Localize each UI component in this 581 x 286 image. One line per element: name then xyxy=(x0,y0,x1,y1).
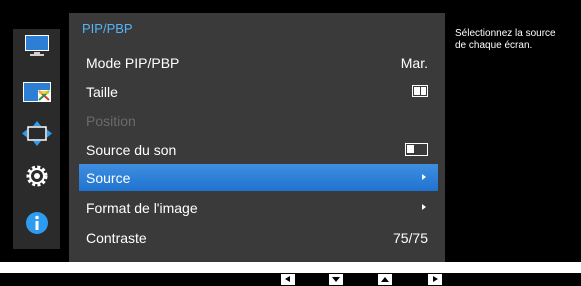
menu-item-position: Position xyxy=(79,106,438,135)
menu-item-label: Source du son xyxy=(86,142,177,158)
menu-item-label: Taille xyxy=(86,84,118,100)
menu-item-label: Contraste xyxy=(86,230,147,246)
menu-item-mode-pip-pbp[interactable]: Mode PIP/PBP Mar. xyxy=(79,48,438,77)
gear-icon[interactable] xyxy=(22,163,52,189)
menu-item-taille[interactable]: Taille xyxy=(79,77,438,106)
help-text: Sélectionnez la source de chaque écran. xyxy=(455,28,556,51)
menu-item-label: Position xyxy=(86,113,136,129)
submenu-arrow-icon xyxy=(422,204,426,210)
menu-item-contraste[interactable]: Contraste 75/75 xyxy=(79,223,438,252)
category-sidebar xyxy=(13,29,60,249)
right-arrow-icon[interactable] xyxy=(428,274,442,285)
picture-icon[interactable] xyxy=(22,32,52,58)
sound-source-icon xyxy=(405,143,428,156)
osd-menu: PIP/PBP Mode PIP/PBP Mar. Taille Positio… xyxy=(0,0,581,262)
menu-item-format-de-l-image[interactable]: Format de l'image xyxy=(79,193,438,222)
pbp-size-icon xyxy=(412,85,428,97)
left-arrow-icon[interactable] xyxy=(281,274,295,285)
menu-item-value: Mar. xyxy=(400,55,428,71)
menu-item-value: 75/75 xyxy=(392,230,428,246)
up-arrow-icon[interactable] xyxy=(378,274,392,285)
menu-item-label: Source xyxy=(86,170,131,186)
menu-item-label: Mode PIP/PBP xyxy=(86,55,180,71)
info-icon[interactable] xyxy=(22,210,52,236)
onscreen-display-icon[interactable] xyxy=(22,121,52,147)
menu-item-source[interactable]: Source xyxy=(79,164,438,191)
navigation-bar xyxy=(0,273,581,286)
pip-pbp-icon[interactable] xyxy=(22,80,52,106)
pip-pbp-menu-panel: PIP/PBP Mode PIP/PBP Mar. Taille Positio… xyxy=(69,13,445,262)
down-arrow-icon[interactable] xyxy=(329,274,343,285)
menu-item-source-du-son[interactable]: Source du son xyxy=(79,135,438,164)
menu-item-label: Format de l'image xyxy=(86,200,198,216)
submenu-arrow-icon xyxy=(422,174,426,180)
menu-title: PIP/PBP xyxy=(82,21,133,36)
